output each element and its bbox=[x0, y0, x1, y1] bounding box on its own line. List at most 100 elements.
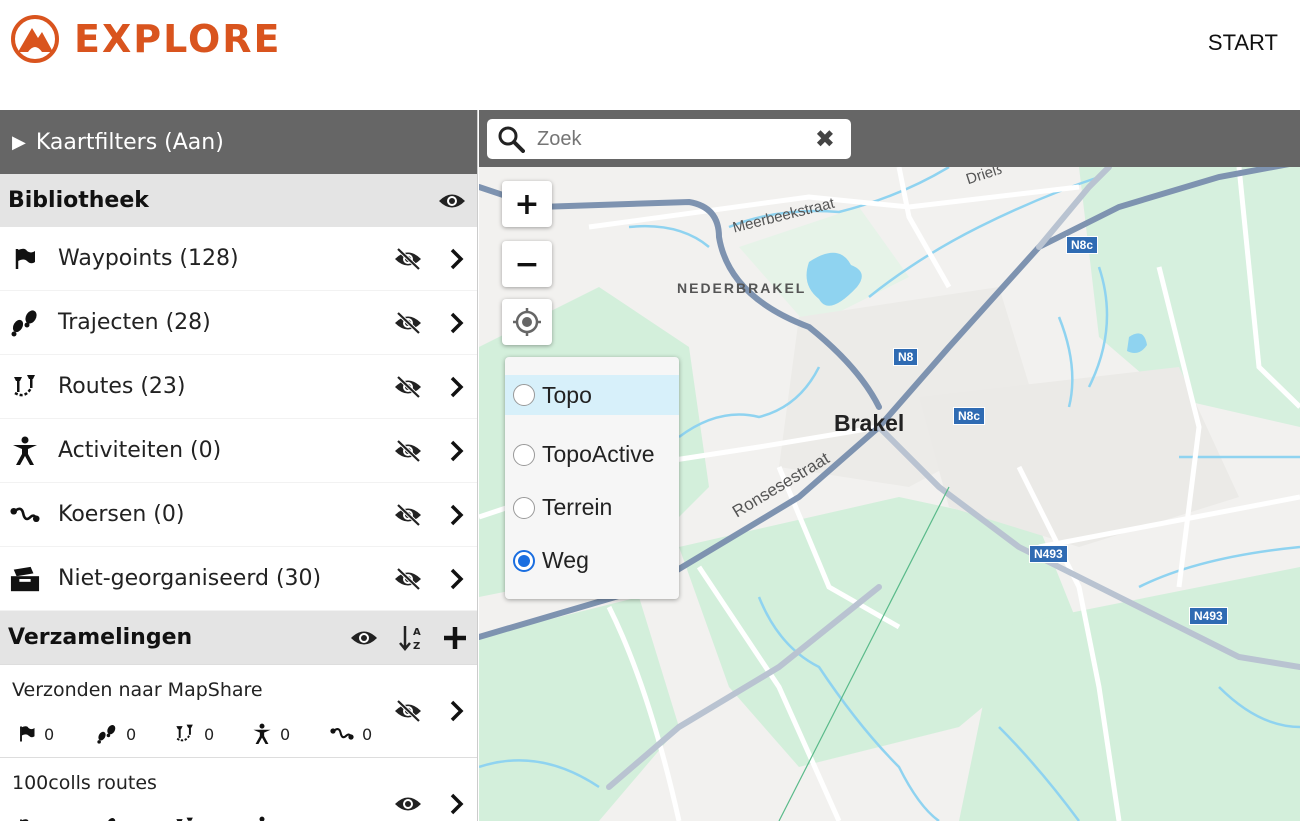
eye-slash-icon[interactable] bbox=[393, 699, 423, 723]
course-squiggle-icon bbox=[330, 728, 354, 740]
activity-count: 0 bbox=[280, 724, 291, 744]
search-box[interactable]: ✖ bbox=[487, 119, 851, 159]
eye-slash-icon[interactable] bbox=[393, 247, 423, 271]
layer-label: Terrein bbox=[542, 494, 613, 520]
sort-az-icon[interactable]: AZ bbox=[399, 624, 423, 652]
library-item-unorganized[interactable]: Niet-georganiseerd (30) bbox=[0, 547, 477, 611]
eye-icon[interactable] bbox=[393, 794, 423, 814]
search-icon bbox=[498, 126, 525, 153]
eye-slash-icon[interactable] bbox=[393, 567, 423, 591]
radio-button[interactable] bbox=[513, 549, 535, 572]
footprints-icon bbox=[11, 309, 37, 336]
course-squiggle-icon bbox=[10, 507, 40, 522]
map-view[interactable]: NEDERBRAKEL Brakel Meerbeekstraat Ronses… bbox=[479, 110, 1300, 821]
collection-item[interactable]: Verzonden naar MapShare 0 0 0 0 0 bbox=[0, 664, 477, 757]
library-item-label: Trajecten (28) bbox=[58, 310, 211, 335]
layer-option-terrain[interactable]: Terrein bbox=[505, 481, 679, 534]
crosshair-icon bbox=[513, 308, 541, 336]
map-filters-label: Kaartfilters (Aan) bbox=[35, 129, 224, 155]
flag-icon bbox=[15, 248, 35, 269]
library-item-label: Routes (23) bbox=[58, 374, 186, 399]
collection-counts: 0 0 0 0 0 bbox=[18, 723, 408, 745]
search-input[interactable] bbox=[537, 127, 815, 151]
activity-person-icon bbox=[253, 723, 271, 744]
plus-icon[interactable] bbox=[443, 626, 467, 650]
library-item-label: Waypoints (128) bbox=[58, 246, 239, 271]
chevron-right-icon[interactable] bbox=[449, 375, 465, 399]
eye-icon[interactable] bbox=[437, 191, 467, 211]
radio-button[interactable] bbox=[513, 443, 535, 466]
svg-text:Z: Z bbox=[413, 641, 420, 652]
footprints-icon bbox=[107, 818, 116, 821]
chevron-right-icon[interactable] bbox=[449, 699, 465, 723]
layer-label: TopoActive bbox=[542, 441, 655, 467]
course-count: 0 bbox=[362, 724, 373, 744]
app-header: EXPLORE START bbox=[0, 0, 1300, 110]
library-item-tracks[interactable]: Trajecten (28) bbox=[0, 291, 477, 355]
eye-slash-icon[interactable] bbox=[393, 503, 423, 527]
mountain-logo-icon bbox=[11, 15, 59, 63]
layer-option-road[interactable]: Weg bbox=[505, 534, 679, 587]
collections-title: Verzamelingen bbox=[8, 625, 193, 650]
chevron-right-icon[interactable] bbox=[449, 567, 465, 591]
eye-slash-icon[interactable] bbox=[393, 375, 423, 399]
chevron-right-icon[interactable] bbox=[449, 439, 465, 463]
chevron-right-icon[interactable] bbox=[449, 503, 465, 527]
library-item-activities[interactable]: Activiteiten (0) bbox=[0, 419, 477, 483]
unorganized-box-icon bbox=[10, 566, 40, 591]
road-shield: N493 bbox=[1189, 607, 1228, 625]
explore-logo[interactable]: EXPLORE bbox=[10, 14, 282, 64]
activity-person-icon bbox=[13, 436, 37, 465]
route-pins-icon bbox=[176, 724, 193, 742]
collections-header: Verzamelingen AZ bbox=[0, 611, 477, 664]
layer-label: Topo bbox=[542, 381, 592, 408]
eye-slash-icon[interactable] bbox=[393, 439, 423, 463]
activity-person-icon bbox=[259, 816, 265, 821]
library-item-waypoints[interactable]: Waypoints (128) bbox=[0, 227, 477, 291]
zoom-in-button[interactable]: + bbox=[502, 181, 552, 227]
library-title: Bibliotheek bbox=[8, 188, 149, 213]
track-count: 0 bbox=[126, 724, 137, 744]
chevron-right-icon[interactable] bbox=[449, 311, 465, 335]
chevron-right-icon[interactable] bbox=[449, 792, 465, 816]
library-item-label: Niet-georganiseerd (30) bbox=[58, 566, 322, 591]
library-item-label: Koersen (0) bbox=[58, 502, 185, 527]
collection-title: Verzonden naar MapShare bbox=[12, 679, 263, 701]
district-label: NEDERBRAKEL bbox=[677, 280, 807, 296]
start-link[interactable]: START bbox=[1208, 30, 1278, 56]
locate-button[interactable] bbox=[502, 299, 552, 345]
chevron-right-icon[interactable] bbox=[449, 247, 465, 271]
layer-label: Weg bbox=[542, 547, 589, 573]
layer-option-topo[interactable]: Topo bbox=[505, 375, 679, 415]
collection-item[interactable]: 100colls routes bbox=[0, 757, 477, 821]
collection-title: 100colls routes bbox=[12, 772, 157, 794]
route-pins-icon bbox=[14, 374, 35, 396]
road-shield: N493 bbox=[1029, 545, 1068, 563]
route-pins-icon bbox=[176, 817, 193, 821]
eye-icon[interactable] bbox=[349, 628, 379, 648]
library-item-routes[interactable]: Routes (23) bbox=[0, 355, 477, 419]
library-header: Bibliotheek bbox=[0, 174, 477, 227]
footprints-icon bbox=[97, 725, 116, 744]
route-count: 0 bbox=[204, 724, 215, 744]
close-icon[interactable]: ✖ bbox=[815, 125, 835, 153]
road-shield: N8c bbox=[1066, 236, 1099, 254]
radio-button[interactable] bbox=[513, 384, 535, 406]
layer-option-topoactive[interactable]: TopoActive bbox=[505, 428, 679, 481]
map-filters-toggle[interactable]: ▶ Kaartfilters (Aan) bbox=[0, 110, 477, 174]
svg-text:A: A bbox=[413, 627, 421, 638]
radio-button[interactable] bbox=[513, 496, 535, 519]
flag-icon bbox=[20, 726, 35, 742]
road-shield: N8c bbox=[953, 407, 986, 425]
library-item-courses[interactable]: Koersen (0) bbox=[0, 483, 477, 547]
waypoint-count: 0 bbox=[44, 724, 55, 744]
brand-name: EXPLORE bbox=[74, 17, 282, 61]
zoom-out-button[interactable]: − bbox=[502, 241, 552, 287]
map-layer-selector: Topo TopoActive Terrein Weg bbox=[505, 357, 679, 599]
sidebar: ▶ Kaartfilters (Aan) Bibliotheek Waypoin… bbox=[0, 110, 478, 821]
eye-slash-icon[interactable] bbox=[393, 311, 423, 335]
road-shield: N8 bbox=[893, 348, 919, 366]
town-label: Brakel bbox=[834, 410, 905, 436]
collection-counts bbox=[18, 816, 330, 821]
library-item-label: Activiteiten (0) bbox=[58, 438, 222, 463]
